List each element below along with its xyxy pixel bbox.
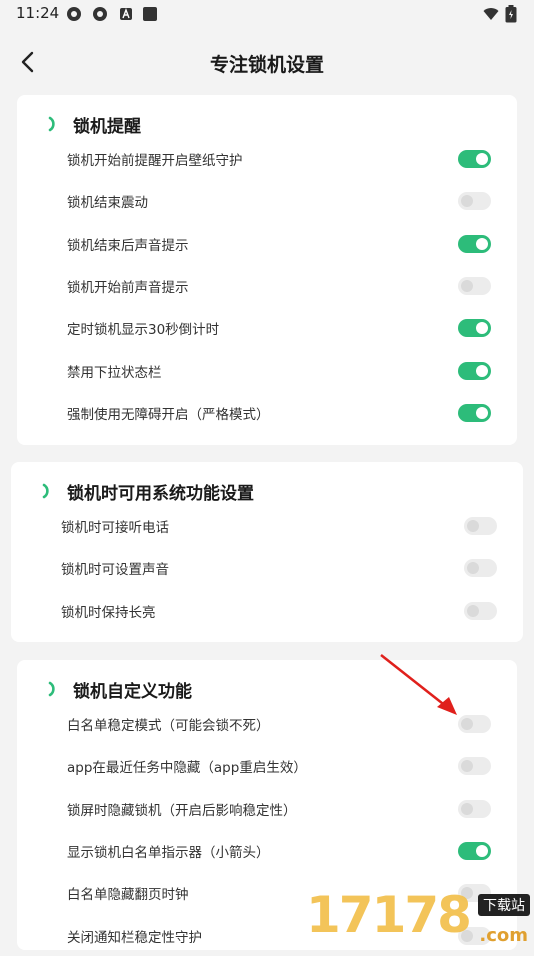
toggle-knob: [476, 406, 488, 419]
toggle-switch[interactable]: [458, 799, 491, 818]
page-title: 专注锁机设置: [209, 54, 324, 76]
setting-row[interactable]: 锁机开始前提醒开启壁纸守护: [67, 139, 491, 179]
status-time: 11:24: [16, 4, 60, 22]
setting-label: 锁机结束后声音提示: [67, 237, 189, 254]
setting-label: 定时锁机显示30秒倒计时: [67, 322, 220, 339]
setting-row[interactable]: 锁机时可接听电话: [61, 506, 497, 546]
setting-row[interactable]: 锁机结束震动: [67, 181, 491, 221]
setting-label: 白名单稳定模式（可能会锁不死）: [67, 718, 270, 734]
toggle-knob: [476, 322, 488, 335]
square-notification-icon: [143, 7, 157, 21]
toggle-knob: [476, 237, 488, 250]
toggle-switch[interactable]: [464, 517, 497, 535]
wifi-icon: [483, 8, 499, 20]
setting-row[interactable]: 强制使用无障碍开启（严格模式）: [67, 393, 491, 433]
toggle-switch[interactable]: [458, 276, 491, 295]
setting-label: 锁屏时隐藏锁机（开启后影响稳定性）: [67, 802, 297, 819]
font-notification-icon: [120, 8, 132, 20]
toggle-knob: [461, 802, 473, 815]
section-title: 锁机时可用系统功能设置: [67, 483, 254, 504]
section-header: 锁机提醒: [45, 109, 141, 139]
toggle-knob: [467, 562, 479, 575]
setting-row[interactable]: 禁用下拉状态栏: [67, 351, 491, 391]
toggle-switch[interactable]: [464, 559, 497, 578]
section-title: 锁机提醒: [73, 116, 141, 137]
watermark-badge: 下载站: [478, 894, 530, 916]
setting-label: 锁机结束震动: [67, 195, 148, 212]
section-title: 锁机自定义功能: [73, 681, 192, 702]
toggle-knob: [476, 844, 488, 857]
toggle-switch[interactable]: [464, 601, 497, 620]
setting-label: 显示锁机白名单指示器（小箭头）: [67, 844, 270, 861]
setting-row[interactable]: 锁机结束后声音提示: [67, 224, 491, 264]
setting-label: 禁用下拉状态栏: [67, 364, 162, 381]
settings-card: 锁机提醒锁机开始前提醒开启壁纸守护 锁机结束震动锁机结束后声音提示 锁机开始前声音提…: [17, 95, 517, 445]
toggle-knob: [476, 153, 488, 165]
section-marker-icon: [42, 483, 49, 499]
setting-row[interactable]: 显示锁机白名单指示器（小箭头）: [67, 831, 491, 871]
setting-label: 锁机时保持长亮: [61, 604, 156, 621]
setting-label: app在最近任务中隐藏（app重启生效）: [67, 760, 307, 777]
setting-label: 锁机开始前声音提示: [67, 279, 189, 296]
toggle-knob: [476, 364, 488, 377]
section-marker-icon: [48, 116, 55, 132]
watermark-number: 17178: [306, 886, 472, 944]
red-arrow-annotation: [380, 654, 457, 715]
setting-row[interactable]: 锁机开始前声音提示: [67, 266, 491, 306]
setting-row[interactable]: 锁屏时隐藏锁机（开启后影响稳定性）: [67, 789, 491, 829]
setting-label: 锁机时可接听电话: [61, 520, 169, 536]
setting-row[interactable]: 定时锁机显示30秒倒计时: [67, 308, 491, 348]
app-notification-icon: [93, 7, 107, 21]
setting-label: 锁机时可设置声音: [61, 562, 169, 579]
toggle-knob: [467, 520, 479, 532]
toggle-switch[interactable]: [458, 319, 491, 338]
toggle-knob: [461, 760, 473, 773]
toggle-switch[interactable]: [458, 150, 491, 168]
header: 专注锁机设置: [0, 40, 534, 84]
app-notification-icon: [67, 7, 81, 21]
watermark-logo: 17178 下载站 .com: [306, 880, 534, 950]
toggle-knob: [461, 279, 473, 292]
setting-label: 强制使用无障碍开启（严格模式）: [67, 406, 270, 423]
setting-row[interactable]: app在最近任务中隐藏（app重启生效）: [67, 746, 491, 786]
section-header: 锁机时可用系统功能设置: [39, 476, 254, 506]
toggle-knob: [461, 195, 473, 208]
setting-label: 锁机开始前提醒开启壁纸守护: [67, 153, 243, 169]
setting-row[interactable]: 锁机时可设置声音: [61, 548, 497, 588]
watermark-domain: .com: [479, 925, 528, 946]
toggle-switch[interactable]: [458, 757, 491, 776]
toggle-switch[interactable]: [458, 361, 491, 380]
toggle-switch[interactable]: [458, 192, 491, 211]
setting-label: 关闭通知栏稳定性守护: [67, 929, 202, 946]
setting-row[interactable]: 锁机时保持长亮: [61, 591, 497, 631]
toggle-switch[interactable]: [458, 234, 491, 253]
toggle-switch[interactable]: [458, 841, 491, 860]
toggle-knob: [467, 604, 479, 617]
section-header: 锁机自定义功能: [45, 674, 192, 704]
setting-label: 白名单隐藏翻页时钟: [67, 887, 189, 904]
toggle-switch[interactable]: [458, 403, 491, 422]
status-bar: 11:24: [0, 0, 534, 28]
section-marker-icon: [48, 681, 55, 697]
settings-card: 锁机时可用系统功能设置锁机时可接听电话 锁机时可设置声音 锁机时保持长亮: [11, 462, 523, 642]
battery-icon: [505, 5, 517, 23]
